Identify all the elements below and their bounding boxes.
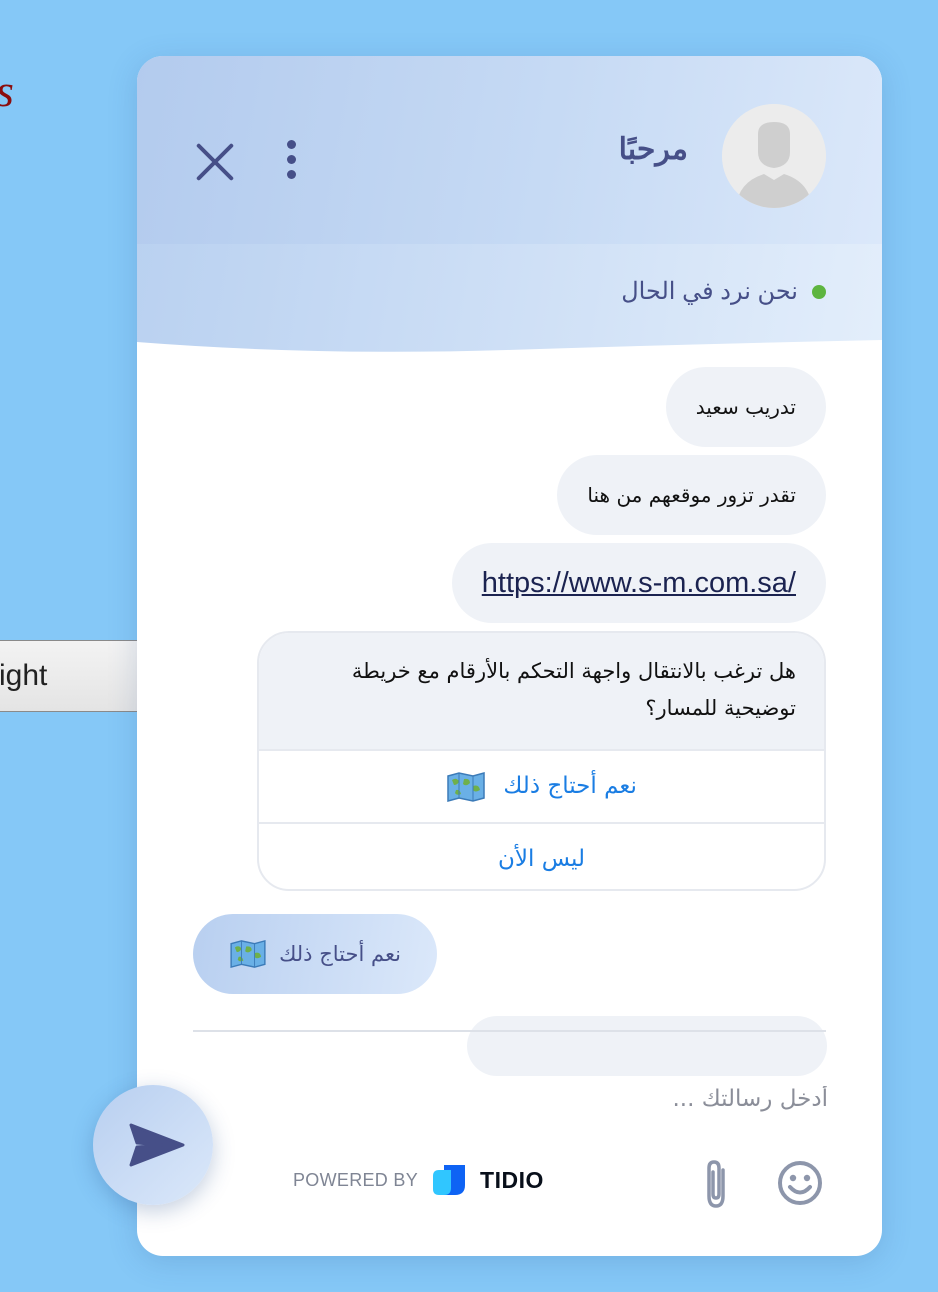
quick-reply-card: هل ترغب بالانتقال واجهة التحكم بالأرقام …	[257, 631, 826, 891]
status-indicator: نحن نرد في الحال	[621, 277, 826, 306]
agent-avatar	[722, 104, 826, 208]
close-button[interactable]	[193, 140, 237, 184]
bot-message-link: https://www.s-m.com.sa/	[451, 543, 826, 623]
background-letter: s	[0, 68, 14, 114]
powered-by-label: POWERED BY	[293, 1169, 419, 1190]
powered-by-tidio[interactable]: POWERED BY TIDIO	[293, 1164, 544, 1196]
online-dot	[812, 284, 826, 299]
tidio-logo-icon	[433, 1165, 466, 1195]
paperclip-icon	[707, 1160, 725, 1208]
emoji-button[interactable]	[775, 1158, 825, 1213]
attach-button[interactable]	[699, 1158, 733, 1215]
card-question: هل ترغب بالانتقال واجهة التحكم بالأرقام …	[259, 633, 824, 749]
chat-widget: مرحبًا نحن نرد في الحال تدريب سعيد تقدر …	[137, 56, 882, 1256]
send-button[interactable]	[93, 1085, 213, 1205]
website-link[interactable]: https://www.s-m.com.sa/	[482, 567, 796, 600]
status-text: نحن نرد في الحال	[621, 278, 798, 305]
user-silhouette-icon	[722, 104, 826, 208]
tidio-brand: TIDIO	[480, 1166, 544, 1193]
user-message: نعم أحتاج ذلك	[193, 914, 437, 994]
world-map-icon	[447, 771, 485, 802]
partial-message	[467, 1016, 827, 1076]
chat-title: مرحبًا	[618, 133, 688, 166]
send-icon	[129, 1123, 185, 1167]
quick-reply-not-now[interactable]: ليس الأن	[259, 822, 824, 889]
message-input[interactable]	[193, 1074, 830, 1124]
composer-divider	[193, 1030, 826, 1032]
chat-header: مرحبًا نحن نرد في الحال	[137, 56, 882, 374]
world-map-icon	[230, 939, 266, 969]
more-options-button[interactable]	[279, 140, 303, 180]
smiley-icon	[778, 1161, 822, 1205]
bot-message: تقدر تزور موقعهم من هنا	[557, 455, 826, 535]
background-page-button[interactable]: ight	[0, 640, 140, 712]
quick-reply-yes[interactable]: نعم أحتاج ذلك	[259, 749, 824, 822]
bot-message: تدريب سعيد	[665, 367, 826, 447]
